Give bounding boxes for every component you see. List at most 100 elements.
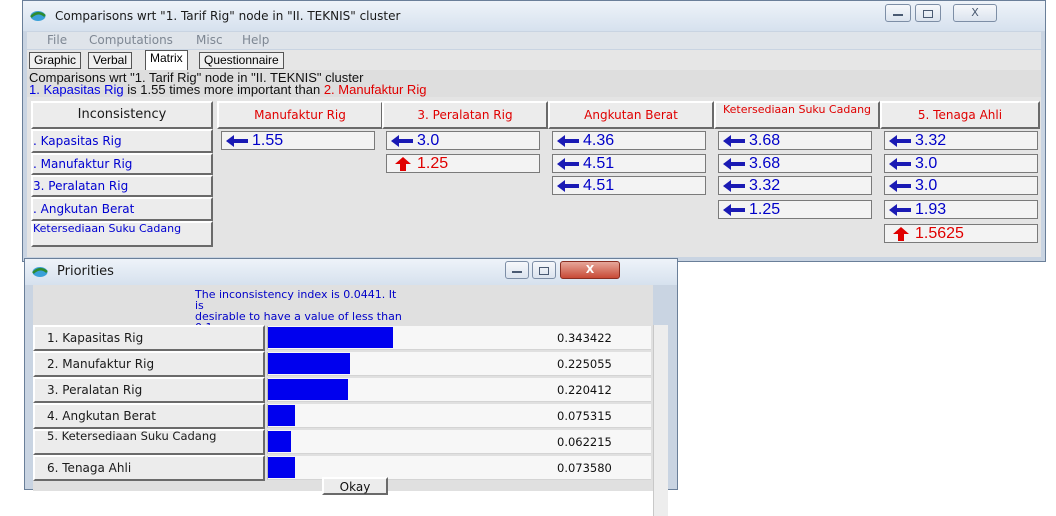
col-header-ketersediaan-suku-cadang[interactable]: Ketersediaan Suku Cadang xyxy=(714,101,880,129)
priority-value: 0.075315 xyxy=(557,409,612,423)
maximize-button[interactable] xyxy=(915,4,941,22)
priority-value: 0.225055 xyxy=(557,357,612,371)
priority-row: 5. Ketersediaan Suku Cadang 0.062215 xyxy=(33,429,653,455)
priorities-window: Priorities X The inconsistency index is … xyxy=(24,258,678,516)
matrix-cell[interactable]: 1.93 xyxy=(884,200,1038,219)
statement-item-b: 2. Manufaktur Rig xyxy=(323,82,427,97)
tab-questionnaire[interactable]: Questionnaire xyxy=(199,52,284,69)
matrix-cell[interactable]: 4.51 xyxy=(552,176,706,195)
matrix-cell[interactable]: 4.36 xyxy=(552,131,706,150)
minimize-icon xyxy=(893,14,903,16)
cell-value: 3.32 xyxy=(915,132,947,149)
window-title: Comparisons wrt "1. Tarif Rig" node in "… xyxy=(55,9,401,23)
inconsistency-button[interactable]: Inconsistency xyxy=(31,101,213,129)
priority-label: 1. Kapasitas Rig xyxy=(33,325,265,351)
arrow-left-icon[interactable] xyxy=(889,203,913,217)
arrow-left-icon[interactable] xyxy=(723,157,747,171)
arrow-left-icon[interactable] xyxy=(557,134,581,148)
matrix-cell[interactable]: 3.32 xyxy=(718,176,872,195)
priorities-maximize-button[interactable] xyxy=(532,261,556,279)
row-header-manufaktur-rig[interactable]: . Manufaktur Rig xyxy=(31,153,213,175)
arrow-left-icon[interactable] xyxy=(226,134,250,148)
arrow-left-icon[interactable] xyxy=(889,179,913,193)
priority-value: 0.343422 xyxy=(557,331,612,345)
priority-value: 0.073580 xyxy=(557,461,612,475)
close-icon: X xyxy=(585,263,595,276)
tab-graphic[interactable]: Graphic xyxy=(29,52,82,69)
arrow-left-icon[interactable] xyxy=(889,157,913,171)
arrow-left-icon[interactable] xyxy=(723,179,747,193)
priority-bar xyxy=(268,327,393,348)
cell-value: 3.0 xyxy=(417,132,440,149)
matrix-cell[interactable]: 3.68 xyxy=(718,131,872,150)
priorities-minimize-button[interactable] xyxy=(505,261,529,279)
tab-verbal[interactable]: Verbal xyxy=(88,52,133,69)
app-logo-icon xyxy=(30,11,46,21)
arrow-up-icon[interactable] xyxy=(391,157,415,171)
close-button[interactable]: X xyxy=(953,4,997,22)
menu-help[interactable]: Help xyxy=(242,33,269,47)
arrow-left-icon[interactable] xyxy=(391,134,415,148)
matrix-cell[interactable]: 3.0 xyxy=(884,154,1038,173)
comparison-statement: Comparisons wrt "1. Tarif Rig" node in "… xyxy=(27,70,1041,97)
close-icon: X xyxy=(971,6,979,19)
col-header-manufaktur-rig[interactable]: Manufaktur Rig xyxy=(217,101,383,129)
matrix-cell[interactable]: 1.55 xyxy=(221,131,375,150)
priority-label: 5. Ketersediaan Suku Cadang xyxy=(33,429,265,455)
arrow-left-icon[interactable] xyxy=(557,157,581,171)
row-header-kapasitas-rig[interactable]: . Kapasitas Rig xyxy=(31,129,213,153)
priority-row: 3. Peralatan Rig 0.220412 xyxy=(33,377,653,403)
comparisons-window: Comparisons wrt "1. Tarif Rig" node in "… xyxy=(22,0,1046,262)
col-header-tenaga-ahli[interactable]: 5. Tenaga Ahli xyxy=(880,101,1040,129)
matrix-cell[interactable]: 1.25 xyxy=(386,154,540,173)
priority-bar xyxy=(268,353,350,374)
matrix-cell[interactable]: 3.32 xyxy=(884,131,1038,150)
matrix-cell[interactable]: 1.25 xyxy=(718,200,872,219)
cell-value: 4.51 xyxy=(583,177,615,194)
arrow-left-icon[interactable] xyxy=(889,134,913,148)
cell-value: 4.36 xyxy=(583,132,615,149)
priority-bar-track: 0.225055 xyxy=(267,352,651,376)
priorities-title-bar[interactable]: Priorities X xyxy=(25,259,677,285)
cell-value: 1.93 xyxy=(915,201,947,218)
matrix-cell[interactable]: 1.5625 xyxy=(884,224,1038,243)
priorities-panel: The inconsistency index is 0.0441. It is… xyxy=(33,285,668,516)
arrow-left-icon[interactable] xyxy=(557,179,581,193)
menu-misc[interactable]: Misc xyxy=(196,33,223,47)
row-header-ketersediaan-suku-cadang[interactable]: Ketersediaan Suku Cadang xyxy=(31,221,213,247)
priorities-title: Priorities xyxy=(57,264,114,279)
cell-value: 1.25 xyxy=(417,155,449,172)
col-header-angkutan-berat[interactable]: Angkutan Berat xyxy=(548,101,714,129)
matrix-cell[interactable]: 3.0 xyxy=(386,131,540,150)
priority-row: 4. Angkutan Berat 0.075315 xyxy=(33,403,653,429)
menu-bar: File Computations Misc Help xyxy=(27,32,1041,49)
matrix-cell[interactable]: 4.51 xyxy=(552,154,706,173)
menu-computations[interactable]: Computations xyxy=(89,33,173,47)
arrow-up-icon[interactable] xyxy=(889,227,913,241)
statement-item-a: 1. Kapasitas Rig xyxy=(29,82,124,97)
arrow-left-icon[interactable] xyxy=(723,203,747,217)
priority-label: 3. Peralatan Rig xyxy=(33,377,265,403)
tab-matrix[interactable]: Matrix xyxy=(145,50,188,70)
priority-scrollbar[interactable] xyxy=(653,325,668,516)
priority-label: 2. Manufaktur Rig xyxy=(33,351,265,377)
priority-bar xyxy=(268,431,291,452)
statement-middle: is 1.55 times more important than xyxy=(123,82,324,97)
matrix-cell[interactable]: 3.0 xyxy=(884,176,1038,195)
priority-bar xyxy=(268,457,295,478)
okay-button[interactable]: Okay xyxy=(322,477,388,495)
cell-value: 1.5625 xyxy=(915,225,964,242)
row-header-peralatan-rig[interactable]: 3. Peralatan Rig xyxy=(31,175,213,197)
cell-value: 1.55 xyxy=(252,132,284,149)
title-bar[interactable]: Comparisons wrt "1. Tarif Rig" node in "… xyxy=(23,1,1045,31)
priority-bar-track: 0.220412 xyxy=(267,378,651,402)
row-header-angkutan-berat[interactable]: . Angkutan Berat xyxy=(31,197,213,221)
menu-file[interactable]: File xyxy=(47,33,67,47)
minimize-button[interactable] xyxy=(885,4,911,22)
matrix-cell[interactable]: 3.68 xyxy=(718,154,872,173)
priority-label: 4. Angkutan Berat xyxy=(33,403,265,429)
col-header-peralatan-rig[interactable]: 3. Peralatan Rig xyxy=(382,101,548,129)
arrow-left-icon[interactable] xyxy=(723,134,747,148)
priority-bar xyxy=(268,405,295,426)
priorities-close-button[interactable]: X xyxy=(560,261,620,279)
